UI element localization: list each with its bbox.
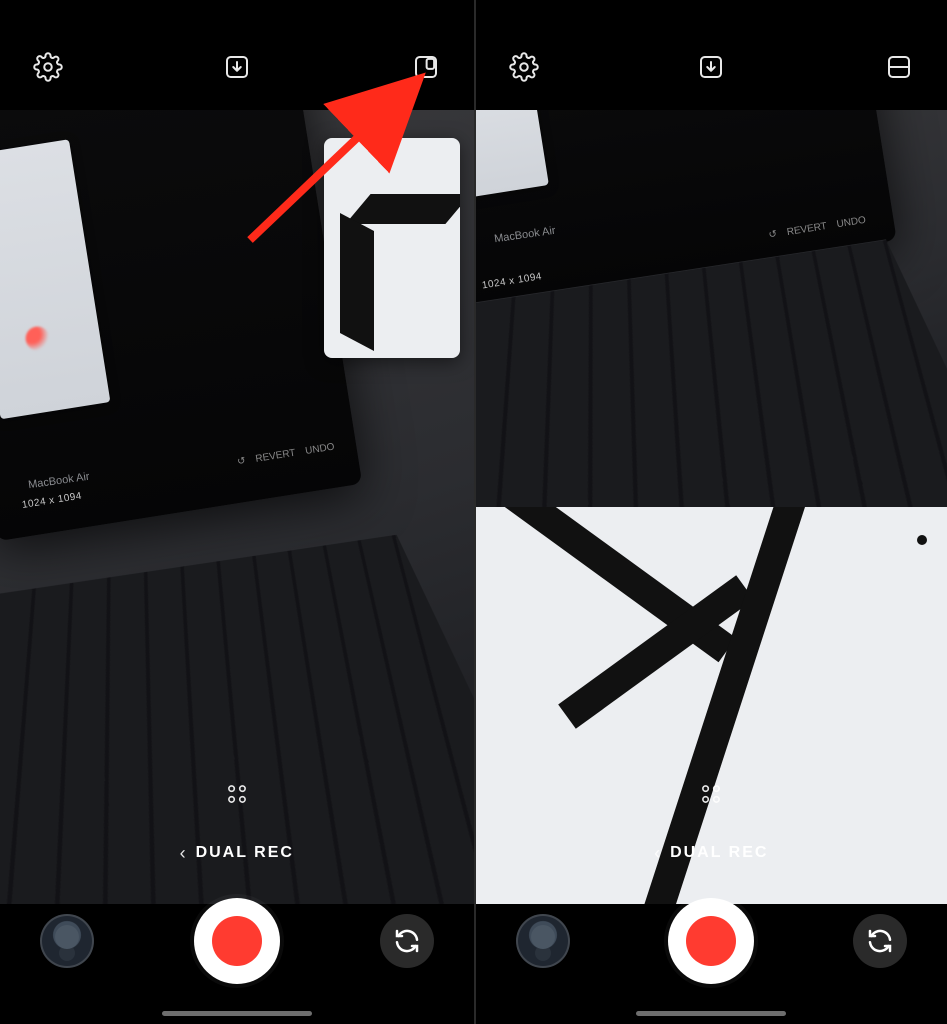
mode-label: DUAL REC — [196, 844, 294, 862]
pip-front-camera[interactable] — [324, 138, 460, 358]
settings-icon[interactable] — [28, 47, 68, 87]
chevron-left-icon: ‹ — [180, 843, 186, 864]
bottom-bar — [0, 886, 474, 996]
topbar — [476, 0, 947, 110]
rear-camera-pane: 1024 x 1094 ↺REVERTUNDO MacBook Air — [476, 110, 947, 507]
switch-camera-button[interactable] — [380, 914, 434, 968]
topbar — [0, 0, 474, 110]
image-dimensions-label: 1024 x 1094 — [482, 271, 544, 291]
record-icon — [212, 916, 262, 966]
gallery-thumbnail[interactable] — [516, 914, 570, 968]
image-dimensions-label: 1024 x 1094 — [21, 491, 83, 511]
record-icon — [686, 916, 736, 966]
split-layout-icon[interactable] — [879, 47, 919, 87]
record-button[interactable] — [194, 898, 280, 984]
lens-grid-icon[interactable] — [217, 774, 257, 814]
editor-toolstrip: ↺REVERTUNDO — [768, 214, 867, 240]
bottom-bar — [476, 886, 947, 996]
home-indicator[interactable] — [636, 1011, 786, 1016]
record-button[interactable] — [668, 898, 754, 984]
mode-row[interactable]: ‹ DUAL REC — [0, 832, 474, 874]
settings-icon[interactable] — [504, 47, 544, 87]
comparison-root: 1024 x 1094 ↺REVERTUNDO MacBook Air ‹ DU… — [0, 0, 947, 1024]
save-download-icon[interactable] — [217, 47, 257, 87]
save-download-icon[interactable] — [691, 47, 731, 87]
pip-layout-icon[interactable] — [406, 47, 446, 87]
switch-camera-button[interactable] — [853, 914, 907, 968]
editor-toolstrip: ↺REVERTUNDO — [237, 442, 336, 468]
phone-left: 1024 x 1094 ↺REVERTUNDO MacBook Air ‹ DU… — [0, 0, 474, 1024]
phone-right: 1024 x 1094 ↺REVERTUNDO MacBook Air — [474, 0, 947, 1024]
gallery-thumbnail[interactable] — [40, 914, 94, 968]
mode-row[interactable]: ‹ DUAL REC — [476, 832, 947, 874]
home-indicator[interactable] — [162, 1011, 312, 1016]
mode-label: DUAL REC — [670, 844, 768, 862]
lens-grid-icon[interactable] — [691, 774, 731, 814]
chevron-left-icon: ‹ — [654, 843, 660, 864]
